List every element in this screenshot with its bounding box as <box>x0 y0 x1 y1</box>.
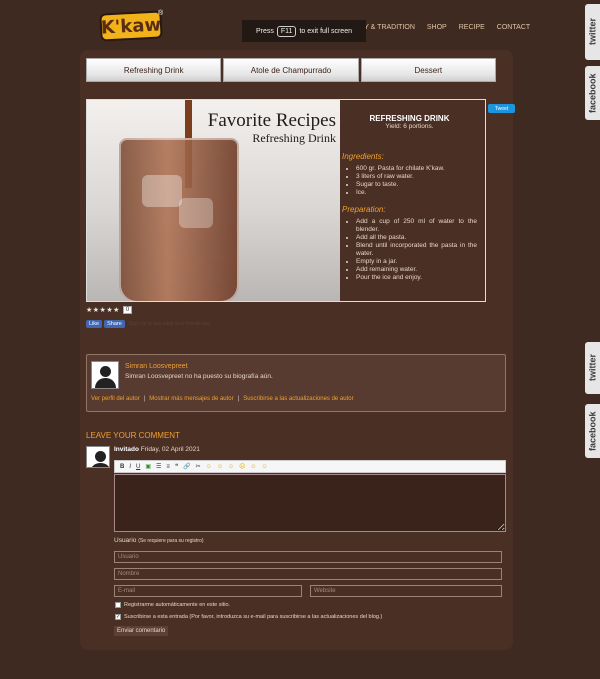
image-title: Favorite Recipes <box>207 110 336 131</box>
nav-contact[interactable]: CONTACT <box>497 24 530 31</box>
image-subtitle: Refreshing Drink <box>252 131 336 145</box>
recipe-info: REFRESHING DRINK Yield: 6 portions. Ingr… <box>340 100 485 301</box>
category-tabs: Refreshing Drink Atole de Champurrado De… <box>86 58 496 82</box>
preparation-list: Add a cup of 250 ml of water to the blen… <box>356 218 477 282</box>
ice-cube <box>142 175 182 207</box>
sad-icon[interactable]: ☹ <box>238 463 246 470</box>
list-item: Add all the pasta. <box>356 234 477 242</box>
ingredients-heading: Ingredients: <box>342 152 384 161</box>
image-icon[interactable]: ▣ <box>144 463 152 470</box>
grin-icon[interactable]: ☺ <box>216 464 224 470</box>
tab-atole[interactable]: Atole de Champurrado <box>223 58 359 82</box>
list-item: Ice. <box>356 189 477 197</box>
subscribe-checkbox[interactable]: ✓ <box>115 614 121 620</box>
register-checkbox[interactable] <box>115 602 121 608</box>
leave-comment-heading: LEAVE YOUR COMMENT <box>86 431 180 440</box>
avatar <box>91 361 119 389</box>
share-button[interactable]: Share <box>104 320 125 328</box>
website-field[interactable]: Website <box>310 585 502 597</box>
list-item: Pour the ice and enjoy. <box>356 274 477 282</box>
bullet-list-icon[interactable]: ☰ <box>155 463 162 470</box>
divider: | <box>237 396 240 402</box>
author-links: Ver perfil del autor | Mostrar más mensa… <box>91 396 354 402</box>
more-posts-link[interactable]: Mostrar más mensajes de autor <box>149 396 233 402</box>
fullscreen-post: to exit full screen <box>299 27 352 35</box>
ingredients-list: 600 gr. Pasta for chilate K'kaw. 3 liter… <box>356 165 477 197</box>
name-field[interactable]: Nombre <box>114 568 502 580</box>
italic-icon[interactable]: I <box>128 464 132 470</box>
list-item: Sugar to taste. <box>356 181 477 189</box>
recipe-image: Favorite Recipes Refreshing Drink <box>87 100 340 301</box>
recipe-card: Favorite Recipes Refreshing Drink REFRES… <box>86 99 486 302</box>
list-item: 600 gr. Pasta for chilate K'kaw. <box>356 165 477 173</box>
list-item: 3 liters of raw water. <box>356 173 477 181</box>
usuario-text: Usuario <box>114 537 137 544</box>
subscribe-author-link[interactable]: Suscribirse a las actualizaciones de aut… <box>243 396 353 402</box>
list-item: Add a cup of 250 ml of water to the blen… <box>356 218 477 234</box>
logo[interactable]: K'kaw <box>99 10 163 42</box>
usuario-label: Usuario (Se requiere para su registro) <box>114 537 204 544</box>
quote-icon[interactable]: ❝ <box>174 463 179 470</box>
link-icon[interactable]: 🔗 <box>182 463 191 470</box>
tab-dessert[interactable]: Dessert <box>360 58 496 82</box>
editor-toolbar: B I U ▣ ☰ ≡ ❝ 🔗 ✂ ☺ ☺ ☺ ☹ ☺ ☺ <box>114 460 506 473</box>
username-field[interactable]: Usuario <box>114 551 502 563</box>
preparation-heading: Preparation: <box>342 205 386 214</box>
view-profile-link[interactable]: Ver perfil del autor <box>91 396 140 402</box>
surprise-icon[interactable]: ☺ <box>249 464 257 470</box>
wink-icon[interactable]: ☺ <box>227 464 235 470</box>
subscribe-checkbox-row: ✓ Suscribirse a esta entrada (Por favor,… <box>115 614 382 620</box>
list-item: Add remaining water. <box>356 266 477 274</box>
register-label: Registrarme automáticamente en este siti… <box>124 602 231 608</box>
submit-comment-button[interactable]: Enviar comentario <box>114 626 169 636</box>
list-item: Blend until incorporated the pasta in th… <box>356 242 477 258</box>
email-field[interactable]: E-mail <box>114 585 302 597</box>
facebook-side-tab[interactable]: facebook <box>585 404 600 458</box>
recipe-title: REFRESHING DRINK <box>369 114 450 123</box>
comment-username: Invitado <box>114 446 139 453</box>
author-bio: Simran Loosvepreet no ha puesto su biogr… <box>125 373 273 380</box>
facebook-like-row: Like Share Sign Up to see what your frie… <box>86 320 211 328</box>
author-box: Simran Loosvepreet Simran Loosvepreet no… <box>86 354 506 412</box>
author-name[interactable]: Simran Loosvepreet <box>125 363 188 370</box>
subscribe-label: Suscribirse a esta entrada (Por favor, i… <box>124 614 383 620</box>
tweet-button[interactable]: Tweet <box>488 104 515 113</box>
tab-refreshing-drink[interactable]: Refreshing Drink <box>86 58 222 82</box>
number-list-icon[interactable]: ≡ <box>165 464 171 470</box>
list-item: Empty in a jar. <box>356 258 477 266</box>
fullscreen-notice: Press F11 to exit full screen <box>242 20 366 42</box>
nav-recipe[interactable]: RECIPE <box>459 24 485 31</box>
comment-date: Friday, 02 April 2021 <box>140 446 200 453</box>
usuario-note: (Se requiere para su registro) <box>138 538 204 544</box>
facebook-side-tab[interactable]: facebook <box>585 66 600 120</box>
recipe-yield: Yield: 6 portions. <box>385 123 434 130</box>
tongue-icon[interactable]: ☺ <box>261 464 269 470</box>
divider: | <box>143 396 146 402</box>
bold-icon[interactable]: B <box>119 464 125 470</box>
smile-icon[interactable]: ☺ <box>205 464 213 470</box>
register-checkbox-row: Registrarme automáticamente en este siti… <box>115 602 230 608</box>
nav-shop[interactable]: SHOP <box>427 24 447 31</box>
comment-user: Invitado Friday, 02 April 2021 <box>114 446 200 453</box>
avatar <box>86 446 110 468</box>
rating: ★★★★★ 0 <box>86 306 133 314</box>
twitter-side-tab[interactable]: twitter <box>585 4 600 60</box>
fullscreen-pre: Press <box>256 27 274 35</box>
fb-signup-text[interactable]: Sign Up to see what your friends like. <box>129 321 212 327</box>
like-button[interactable]: Like <box>86 320 103 328</box>
fullscreen-key: F11 <box>276 25 297 37</box>
rating-count: 0 <box>122 306 133 314</box>
underline-icon[interactable]: U <box>135 464 141 470</box>
twitter-side-tab[interactable]: twitter <box>585 342 600 394</box>
registered-mark: ® <box>158 10 164 17</box>
top-nav: HISTORY & TRADITION SHOP RECIPE CONTACT <box>338 24 530 31</box>
ice-cube <box>179 198 213 228</box>
comment-textarea[interactable] <box>114 474 506 532</box>
unlink-icon[interactable]: ✂ <box>195 463 202 470</box>
star-rating[interactable]: ★★★★★ <box>86 306 120 314</box>
